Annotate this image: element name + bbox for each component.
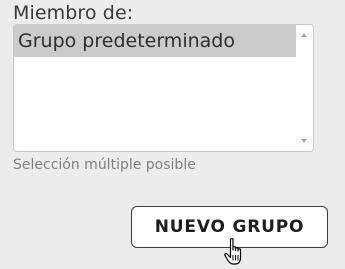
listbox-scrollbar[interactable] bbox=[296, 25, 313, 151]
multiple-selection-hint: Selección múltiple posible bbox=[13, 157, 196, 173]
hand-pointer-icon bbox=[224, 238, 242, 265]
member-of-label: Miembro de: bbox=[13, 2, 134, 24]
list-option-default-group[interactable]: Grupo predeterminado bbox=[14, 25, 297, 57]
member-of-listbox[interactable]: Grupo predeterminado bbox=[13, 24, 314, 152]
scroll-up-arrow-icon[interactable] bbox=[301, 33, 307, 37]
scroll-down-arrow-icon[interactable] bbox=[301, 139, 307, 143]
